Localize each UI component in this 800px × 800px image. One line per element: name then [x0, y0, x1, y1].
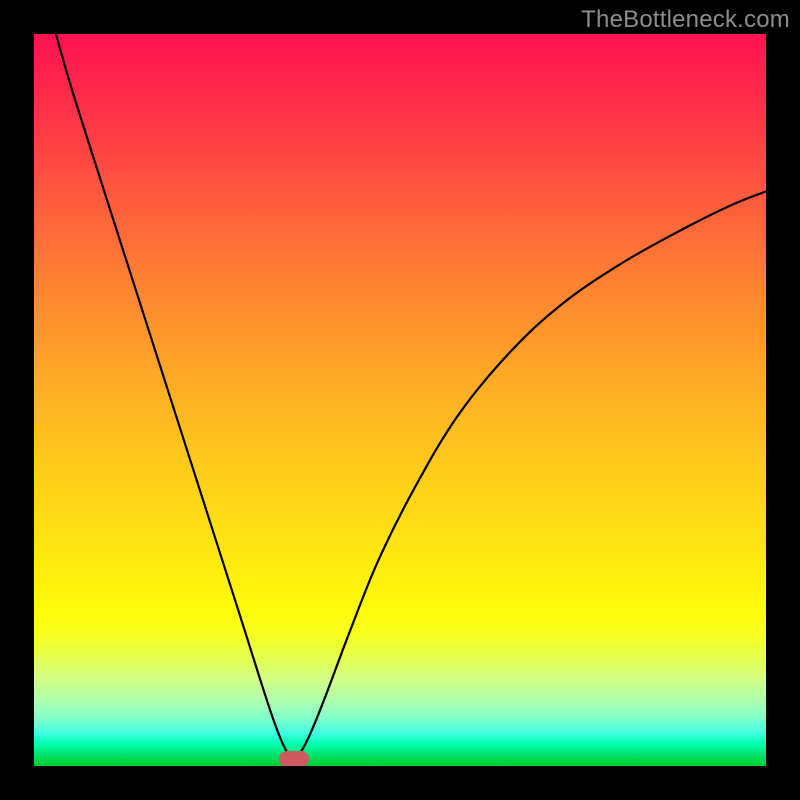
bottleneck-chart: TheBottleneck.com	[0, 0, 800, 800]
curve-layer	[34, 34, 766, 766]
watermark-text: TheBottleneck.com	[581, 6, 790, 34]
bottleneck-curve	[56, 34, 766, 759]
optimal-point-marker	[279, 751, 309, 766]
plot-area	[34, 34, 766, 766]
